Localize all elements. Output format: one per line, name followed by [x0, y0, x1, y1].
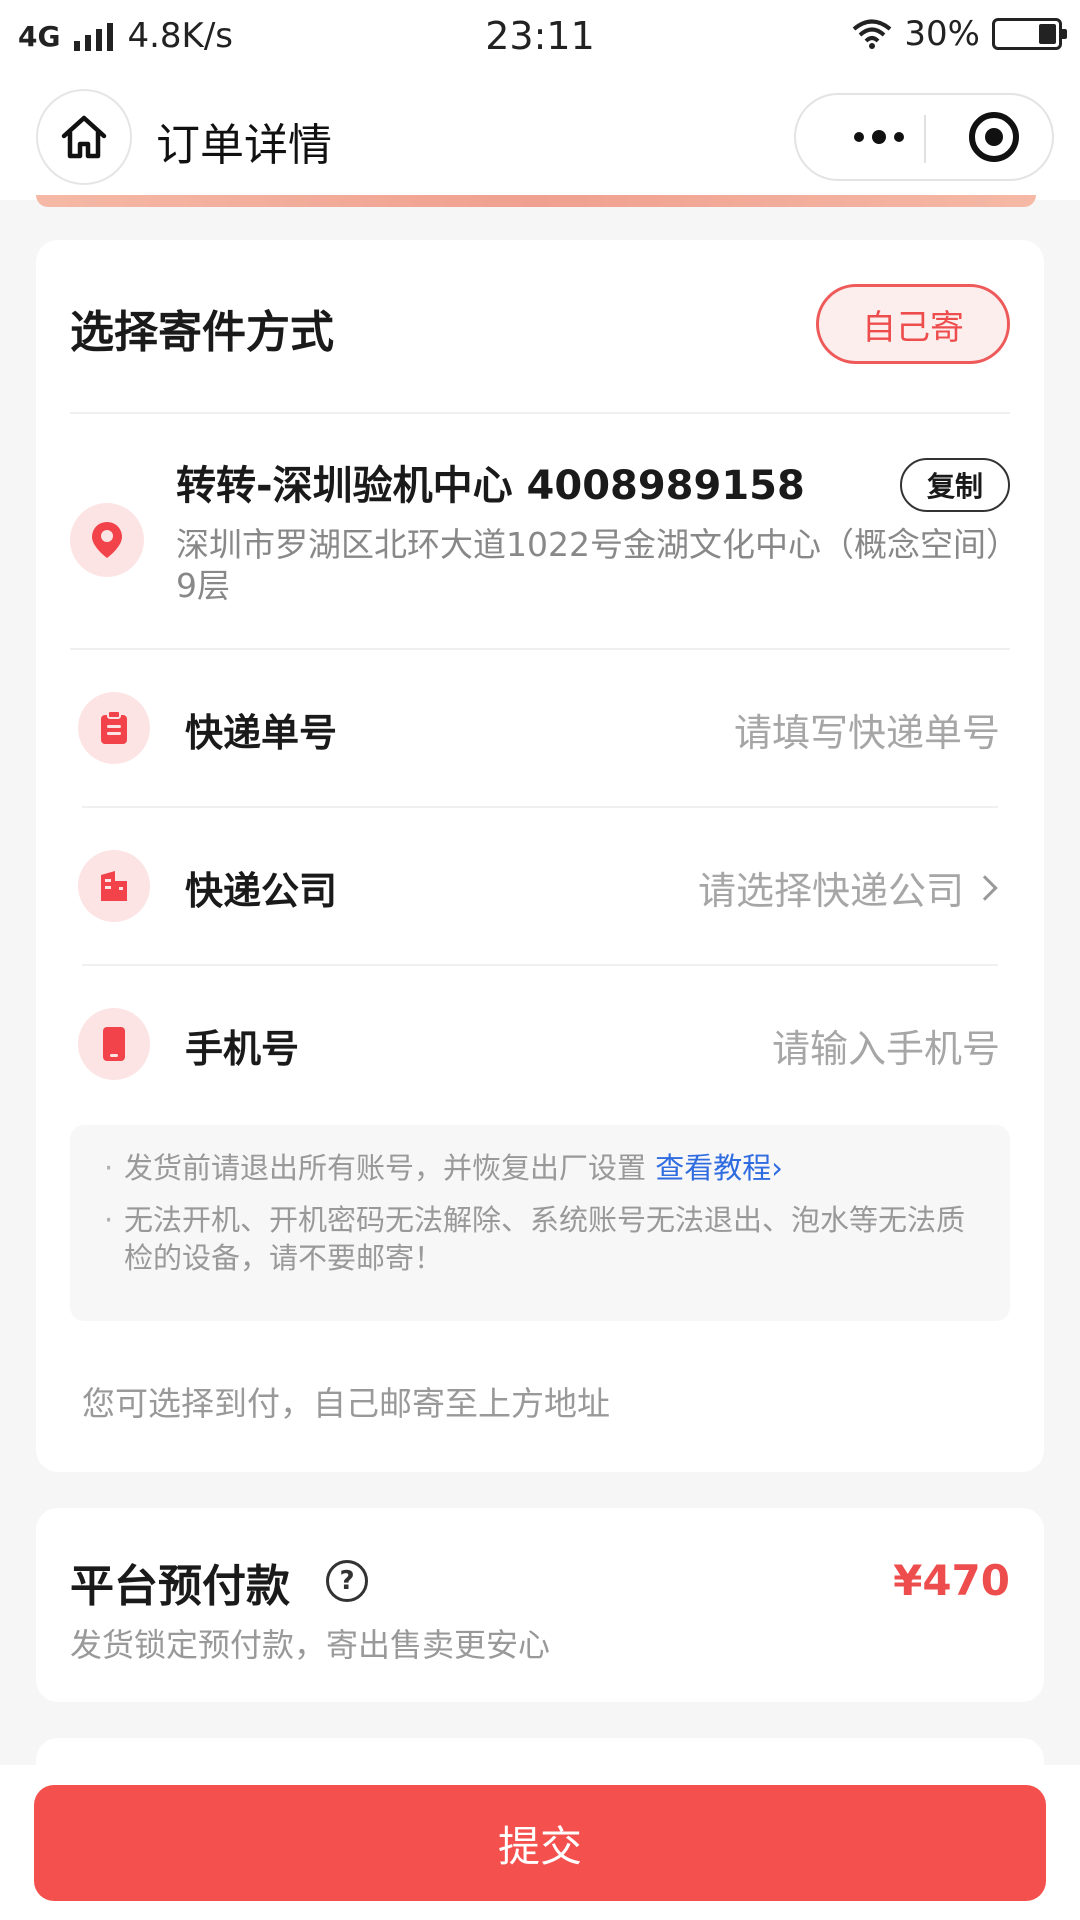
address-detail: 深圳市罗湖区北环大道1022号金湖文化中心（概念空间）9层 — [176, 525, 1003, 605]
nav-bar: 订单详情 — [0, 75, 1080, 200]
status-right: 30% — [852, 14, 1067, 54]
submit-button[interactable]: 提交 — [34, 1785, 1046, 1901]
prepayment-card: 平台预付款 ? ¥470 发货锁定预付款，寄出售卖更安心 — [36, 1508, 1044, 1702]
shipping-hint: 您可选择到付，自己邮寄至上方地址 — [82, 1384, 610, 1423]
self-send-button[interactable]: 自己寄 — [816, 284, 1010, 364]
phone-label: 手机号 — [185, 1027, 300, 1071]
prepayment-description: 发货锁定预付款，寄出售卖更安心 — [70, 1626, 551, 1664]
location-icon — [70, 503, 144, 577]
shipping-method-card: 选择寄件方式 自己寄 转转-深圳验机中心 4008989158 复制 深圳市罗湖… — [36, 240, 1044, 1472]
shipping-method-title: 选择寄件方式 — [70, 307, 334, 358]
tracking-number-placeholder: 请填写快递单号 — [733, 711, 1000, 755]
view-tutorial-link[interactable]: 查看教程› — [655, 1151, 783, 1185]
shipping-notice: 发货前请退出所有账号，并恢复出厂设置 查看教程› 无法开机、开机密码无法解除、系… — [70, 1125, 1010, 1321]
battery-percent: 30% — [904, 14, 980, 54]
more-dot-icon — [894, 132, 904, 142]
battery-icon — [992, 18, 1067, 50]
home-icon — [61, 115, 107, 159]
battery-fill — [1038, 24, 1056, 44]
phone-placeholder: 请输入手机号 — [771, 1027, 1000, 1071]
previous-card-edge — [36, 195, 1036, 207]
copy-button[interactable]: 复制 — [900, 458, 1010, 512]
courier-company-row[interactable]: 快递公司 请选择快递公司 — [36, 808, 1044, 963]
tracking-number-input[interactable]: 请填写快递单号 — [734, 702, 1000, 757]
bottom-bar: 提交 — [0, 1765, 1080, 1920]
notice-item: 无法开机、开机密码无法解除、系统账号无法退出、泡水等无法质检的设备，请不要邮寄！ — [104, 1201, 976, 1277]
chevron-right-icon — [972, 874, 998, 901]
prepayment-title: 平台预付款 — [70, 1561, 290, 1612]
phone-icon — [78, 1008, 150, 1080]
notice-item: 发货前请退出所有账号，并恢复出厂设置 查看教程› — [104, 1149, 976, 1187]
tracking-number-label: 快递单号 — [185, 711, 338, 755]
help-icon[interactable]: ? — [326, 1560, 368, 1602]
more-button[interactable] — [834, 95, 924, 179]
more-dot-icon — [872, 130, 886, 144]
mini-program-capsule — [794, 93, 1054, 181]
wifi-icon — [853, 19, 892, 49]
close-mini-program-button[interactable] — [946, 95, 1042, 179]
capsule-divider — [924, 115, 926, 163]
notice-text: 无法开机、开机密码无法解除、系统账号无法退出、泡水等无法质检的设备，请不要邮寄！ — [124, 1203, 966, 1275]
building-icon — [78, 850, 150, 922]
phone-input[interactable]: 请输入手机号 — [772, 1018, 1000, 1073]
phone-row[interactable]: 手机号 请输入手机号 — [36, 966, 1044, 1121]
more-dot-icon — [854, 132, 864, 142]
courier-company-placeholder: 请选择快递公司 — [697, 869, 964, 913]
notice-text: 发货前请退出所有账号，并恢复出厂设置 — [124, 1151, 647, 1185]
tracking-number-row[interactable]: 快递单号 请填写快递单号 — [36, 650, 1044, 805]
address-name-phone: 转转-深圳验机中心 4008989158 — [176, 463, 805, 509]
status-bar: 4G 4.8K/s 23:11 30% — [0, 0, 1080, 75]
divider — [70, 412, 1010, 414]
clipboard-icon — [78, 692, 150, 764]
prepayment-amount: ¥470 — [893, 1556, 1010, 1605]
target-icon — [969, 112, 1019, 162]
courier-company-select[interactable]: 请选择快递公司 — [698, 860, 1000, 915]
courier-company-label: 快递公司 — [185, 869, 338, 913]
page-title: 订单详情 — [156, 120, 332, 171]
home-button[interactable] — [36, 89, 132, 185]
